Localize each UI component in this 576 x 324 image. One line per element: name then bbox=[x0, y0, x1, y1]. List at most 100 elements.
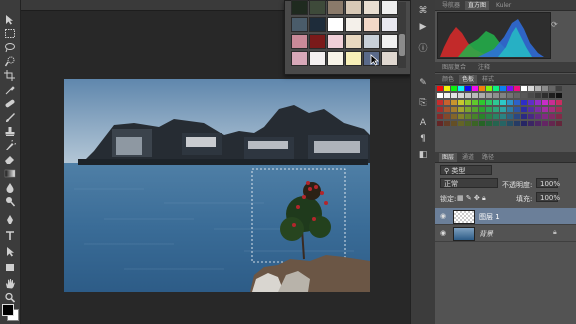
foreground-color-swatch[interactable] bbox=[2, 304, 14, 316]
panel-paragraph-icon[interactable]: ¶ bbox=[417, 134, 429, 145]
popup-swatch[interactable] bbox=[345, 34, 362, 49]
palette-swatch[interactable] bbox=[437, 93, 443, 98]
panel-info-icon[interactable]: ⓘ bbox=[417, 44, 429, 55]
path-select-icon[interactable] bbox=[4, 246, 16, 257]
palette-swatch[interactable] bbox=[493, 107, 499, 112]
lasso-icon[interactable] bbox=[4, 42, 16, 53]
palette-swatch[interactable] bbox=[479, 86, 485, 91]
shape-icon[interactable] bbox=[4, 262, 16, 273]
palette-swatch[interactable] bbox=[535, 114, 541, 119]
palette-swatch[interactable] bbox=[451, 100, 457, 105]
tab-styles[interactable]: 样式 bbox=[479, 75, 497, 84]
tab-layers[interactable]: 图层 bbox=[439, 153, 458, 162]
palette-swatch[interactable] bbox=[465, 107, 471, 112]
palette-swatch[interactable] bbox=[549, 86, 555, 91]
popup-swatch[interactable] bbox=[381, 17, 398, 32]
type-icon[interactable] bbox=[4, 230, 16, 241]
palette-swatch[interactable] bbox=[458, 121, 464, 126]
palette-swatch[interactable] bbox=[493, 114, 499, 119]
blend-mode-select[interactable]: 正常 bbox=[440, 178, 498, 188]
marquee-icon[interactable] bbox=[4, 28, 16, 39]
palette-swatch[interactable] bbox=[556, 93, 562, 98]
palette-swatch[interactable] bbox=[486, 86, 492, 91]
popup-swatch[interactable] bbox=[327, 51, 344, 66]
palette-swatch[interactable] bbox=[528, 121, 534, 126]
layer-name[interactable]: 背景 bbox=[479, 229, 493, 239]
popup-scroll-thumb[interactable] bbox=[399, 34, 405, 56]
palette-swatch[interactable] bbox=[528, 107, 534, 112]
palette-swatch[interactable] bbox=[444, 107, 450, 112]
popup-swatch[interactable] bbox=[327, 34, 344, 49]
palette-swatch[interactable] bbox=[542, 93, 548, 98]
palette-swatch[interactable] bbox=[500, 107, 506, 112]
palette-swatch[interactable] bbox=[514, 107, 520, 112]
palette-swatch[interactable] bbox=[556, 121, 562, 126]
palette-swatch[interactable] bbox=[458, 107, 464, 112]
palette-swatch[interactable] bbox=[556, 86, 562, 91]
palette-swatch[interactable] bbox=[486, 107, 492, 112]
popup-swatch[interactable] bbox=[291, 0, 308, 15]
tab-color[interactable]: 颜色 bbox=[439, 75, 457, 84]
palette-swatch[interactable] bbox=[549, 107, 555, 112]
palette-swatch[interactable] bbox=[486, 121, 492, 126]
palette-swatch[interactable] bbox=[437, 100, 443, 105]
palette-swatch[interactable] bbox=[472, 100, 478, 105]
popup-swatch[interactable] bbox=[309, 17, 326, 32]
brush-icon[interactable] bbox=[4, 112, 16, 123]
palette-swatch[interactable] bbox=[465, 121, 471, 126]
palette-swatch[interactable] bbox=[479, 93, 485, 98]
popup-swatch[interactable] bbox=[345, 51, 362, 66]
palette-swatch[interactable] bbox=[556, 107, 562, 112]
visibility-eye-icon[interactable]: ◉ bbox=[440, 229, 446, 237]
popup-swatch[interactable] bbox=[381, 51, 398, 66]
palette-swatch[interactable] bbox=[542, 114, 548, 119]
layer-row-layer1[interactable]: ◉ 图层 1 bbox=[435, 208, 576, 225]
popup-swatch[interactable] bbox=[363, 17, 380, 32]
popup-swatch[interactable] bbox=[309, 51, 326, 66]
palette-swatch[interactable] bbox=[493, 86, 499, 91]
eyedropper-icon[interactable] bbox=[4, 84, 16, 95]
visibility-eye-icon[interactable]: ◉ bbox=[440, 212, 446, 220]
palette-swatch[interactable] bbox=[507, 86, 513, 91]
palette-swatch[interactable] bbox=[458, 86, 464, 91]
palette-swatch[interactable] bbox=[465, 86, 471, 91]
palette-swatch[interactable] bbox=[514, 121, 520, 126]
palette-swatch[interactable] bbox=[500, 86, 506, 91]
palette-swatch[interactable] bbox=[514, 100, 520, 105]
popup-swatch[interactable] bbox=[327, 0, 344, 15]
palette-swatch[interactable] bbox=[465, 93, 471, 98]
panel-actions-icon[interactable]: ▶ bbox=[417, 22, 429, 33]
panel-character-icon[interactable]: A bbox=[417, 118, 429, 129]
palette-swatch[interactable] bbox=[486, 100, 492, 105]
palette-swatch[interactable] bbox=[528, 86, 534, 91]
palette-swatch[interactable] bbox=[528, 100, 534, 105]
palette-swatch[interactable] bbox=[472, 121, 478, 126]
palette-swatch[interactable] bbox=[556, 100, 562, 105]
palette-swatch[interactable] bbox=[479, 107, 485, 112]
palette-swatch[interactable] bbox=[500, 121, 506, 126]
palette-swatch[interactable] bbox=[465, 100, 471, 105]
popup-swatch[interactable] bbox=[345, 0, 362, 15]
palette-swatch[interactable] bbox=[521, 114, 527, 119]
panel-history-icon[interactable]: ⌘ bbox=[417, 6, 429, 17]
histogram-refresh-icon[interactable]: ⟳ bbox=[551, 20, 561, 30]
palette-swatch[interactable] bbox=[521, 86, 527, 91]
popup-swatch[interactable] bbox=[327, 17, 344, 32]
palette-swatch[interactable] bbox=[486, 93, 492, 98]
palette-swatch[interactable] bbox=[521, 93, 527, 98]
palette-swatch[interactable] bbox=[528, 114, 534, 119]
palette-swatch[interactable] bbox=[507, 93, 513, 98]
palette-swatch[interactable] bbox=[451, 86, 457, 91]
fill-input[interactable]: 100% bbox=[536, 192, 560, 202]
panel-clone-icon[interactable]: ⎘ bbox=[417, 98, 429, 109]
palette-swatch[interactable] bbox=[521, 107, 527, 112]
document-canvas[interactable] bbox=[64, 79, 370, 292]
popup-swatch[interactable] bbox=[363, 0, 380, 15]
palette-swatch[interactable] bbox=[472, 114, 478, 119]
panel-brush-icon[interactable]: ✎ bbox=[417, 78, 429, 89]
dodge-icon[interactable] bbox=[4, 196, 16, 207]
palette-swatch[interactable] bbox=[514, 114, 520, 119]
tab-kuler[interactable]: Kuler bbox=[493, 1, 514, 10]
palette-swatch[interactable] bbox=[493, 100, 499, 105]
palette-swatch[interactable] bbox=[451, 107, 457, 112]
